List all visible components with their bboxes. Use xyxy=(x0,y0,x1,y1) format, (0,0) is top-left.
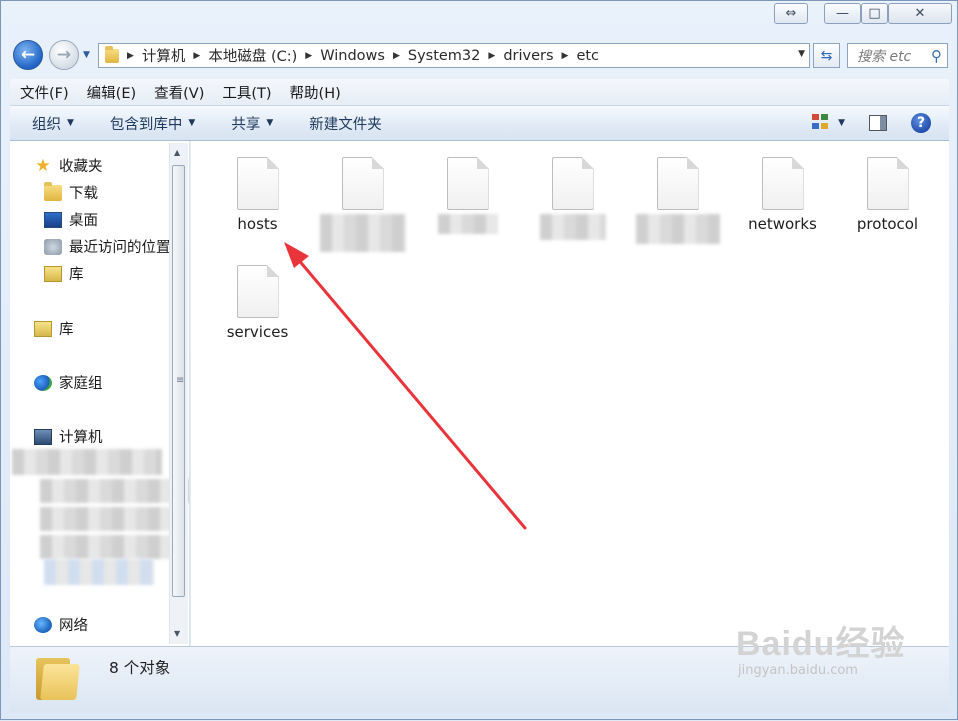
arrow-head xyxy=(284,242,309,268)
annotation-arrow xyxy=(284,242,527,530)
arrow-shaft xyxy=(295,256,527,530)
explorer-window: ⇔ — □ ✕ ← → ▼ ▶ 计算机 ▶ 本地磁盘 (C:) ▶ Window… xyxy=(0,0,958,720)
